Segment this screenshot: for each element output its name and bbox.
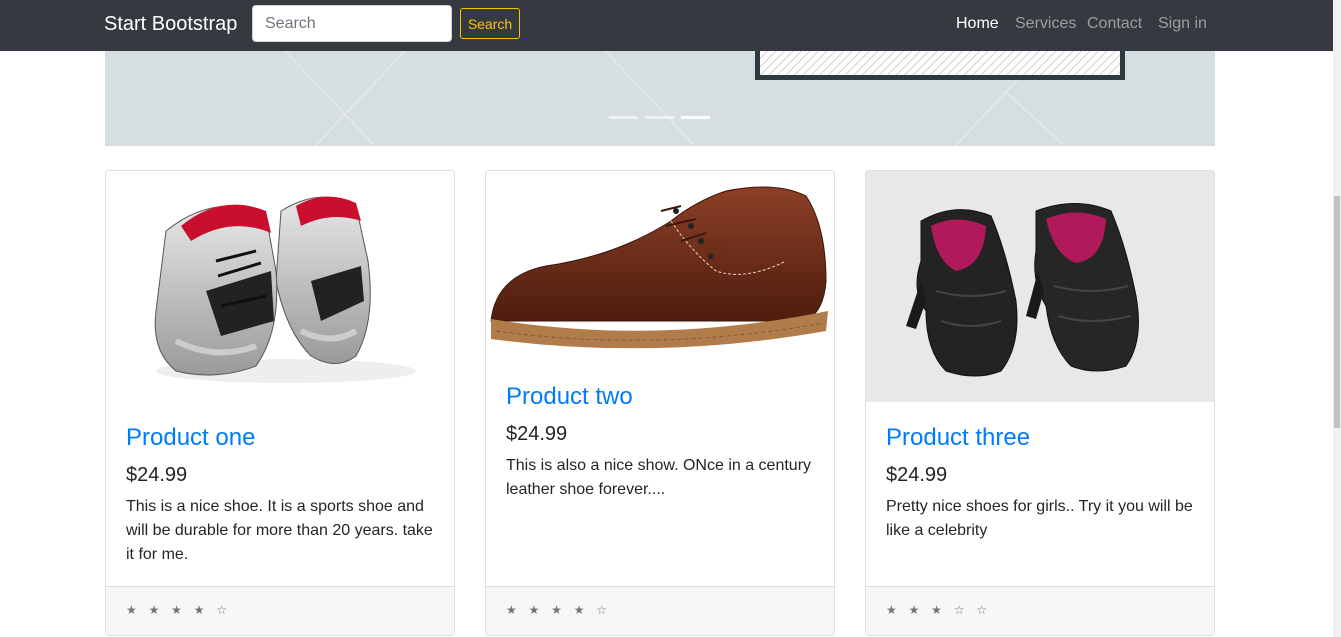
star-rating: ★ ★ ★ ★ ☆ bbox=[506, 603, 612, 617]
carousel-indicator-3[interactable] bbox=[681, 116, 710, 119]
nav-link-sign-in[interactable]: Sign in bbox=[1158, 14, 1207, 34]
card-footer: ★ ★ ★ ★ ☆ bbox=[486, 586, 834, 635]
product-title[interactable]: Product three bbox=[886, 423, 1030, 453]
product-card-3: Product three $24.99 Pretty nice shoes f… bbox=[865, 170, 1215, 636]
product-price: $24.99 bbox=[506, 423, 568, 445]
hero-carousel[interactable] bbox=[105, 51, 1215, 146]
search-button[interactable]: Search bbox=[460, 8, 520, 39]
carousel-indicator-1[interactable] bbox=[609, 116, 638, 119]
product-description: This is a nice shoe. It is a sports shoe… bbox=[126, 498, 433, 563]
navbar: Start Bootstrap Search Home Services Con… bbox=[0, 0, 1333, 51]
card-footer: ★ ★ ★ ☆ ☆ bbox=[866, 586, 1214, 635]
carousel-indicator-2[interactable] bbox=[645, 116, 674, 119]
product-title[interactable]: Product one bbox=[126, 423, 255, 453]
product-image-sneakers[interactable] bbox=[106, 171, 454, 402]
product-image-brown-shoe[interactable] bbox=[486, 171, 834, 360]
product-card-1: Product one $24.99 This is a nice shoe. … bbox=[105, 170, 455, 636]
nav-link-contact[interactable]: Contact bbox=[1087, 14, 1142, 34]
product-price: $24.99 bbox=[126, 464, 188, 486]
nav-link-home[interactable]: Home bbox=[956, 14, 999, 34]
product-image-black-heels[interactable] bbox=[866, 171, 1214, 402]
product-title[interactable]: Product two bbox=[506, 382, 633, 412]
nav-link-services[interactable]: Services bbox=[1015, 14, 1076, 34]
carousel-background-pattern bbox=[284, 51, 1125, 146]
product-description: Pretty nice shoes for girls.. Try it you… bbox=[886, 498, 1193, 539]
product-card-2: Product two $24.99 This is also a nice s… bbox=[485, 170, 835, 636]
product-description: This is also a nice show. ONce in a cent… bbox=[506, 457, 812, 498]
scrollbar-thumb[interactable] bbox=[1334, 196, 1340, 428]
product-price: $24.99 bbox=[886, 464, 948, 486]
search-input[interactable] bbox=[252, 5, 452, 42]
navbar-brand[interactable]: Start Bootstrap bbox=[104, 11, 237, 37]
star-rating: ★ ★ ★ ★ ☆ bbox=[126, 603, 232, 617]
page-scrollbar[interactable] bbox=[1333, 0, 1341, 637]
star-rating: ★ ★ ★ ☆ ☆ bbox=[886, 603, 992, 617]
card-footer: ★ ★ ★ ★ ☆ bbox=[106, 586, 454, 635]
